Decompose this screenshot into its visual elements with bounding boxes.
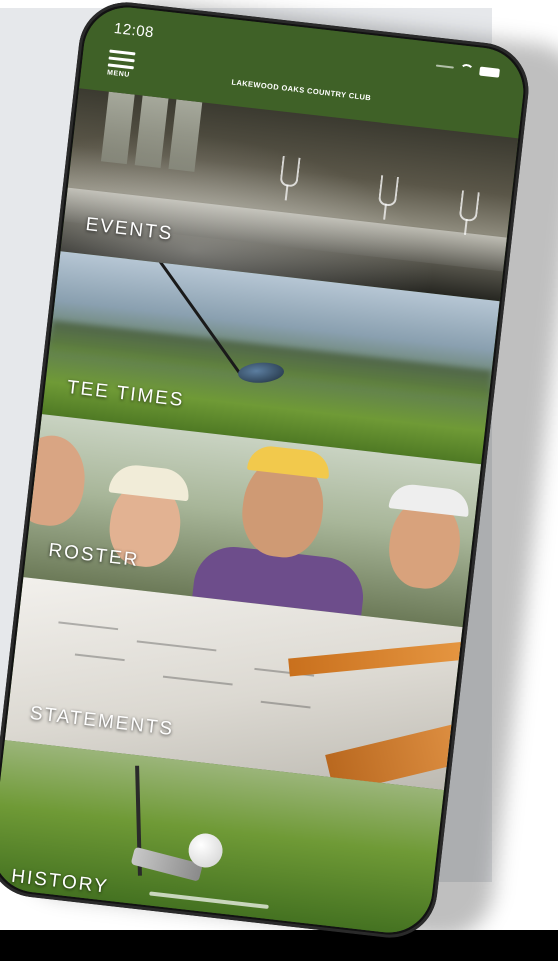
- person-face: [23, 431, 90, 530]
- stage: 12:08 MENU LAKEWOOD OAKS COUNTRY CLUB EV…: [0, 0, 558, 961]
- status-icons: [435, 61, 501, 78]
- wine-glass-icon: [458, 190, 480, 223]
- document-line: [136, 640, 217, 652]
- window-decor: [168, 99, 203, 172]
- wine-glass-icon: [377, 175, 400, 207]
- document-line: [260, 700, 311, 709]
- tile-label-history: HISTORY: [10, 865, 110, 898]
- wine-glass-stem: [383, 203, 387, 220]
- document-line: [74, 653, 125, 662]
- menu-icon: [109, 49, 136, 56]
- battery-icon: [479, 66, 501, 78]
- status-time: 12:08: [113, 19, 155, 42]
- window-decor: [100, 91, 135, 165]
- window-decor: [134, 95, 169, 169]
- bottom-black-bar: [0, 930, 558, 961]
- document-line: [162, 675, 233, 686]
- tile-label-tee-times: TEE TIMES: [65, 376, 186, 412]
- tile-label-statements: STATEMENTS: [28, 702, 176, 741]
- pen-decor: [288, 639, 463, 677]
- wine-glass-stem: [284, 184, 289, 201]
- wine-glass-icon: [279, 155, 301, 188]
- signal-icon: [435, 64, 454, 69]
- menu-icon-bar: [108, 56, 135, 63]
- tile-list: EVENTS TEE TIMES ROSTER STATEMENTS HISTO…: [0, 88, 519, 938]
- wifi-icon: [459, 63, 474, 75]
- document-line: [58, 621, 119, 631]
